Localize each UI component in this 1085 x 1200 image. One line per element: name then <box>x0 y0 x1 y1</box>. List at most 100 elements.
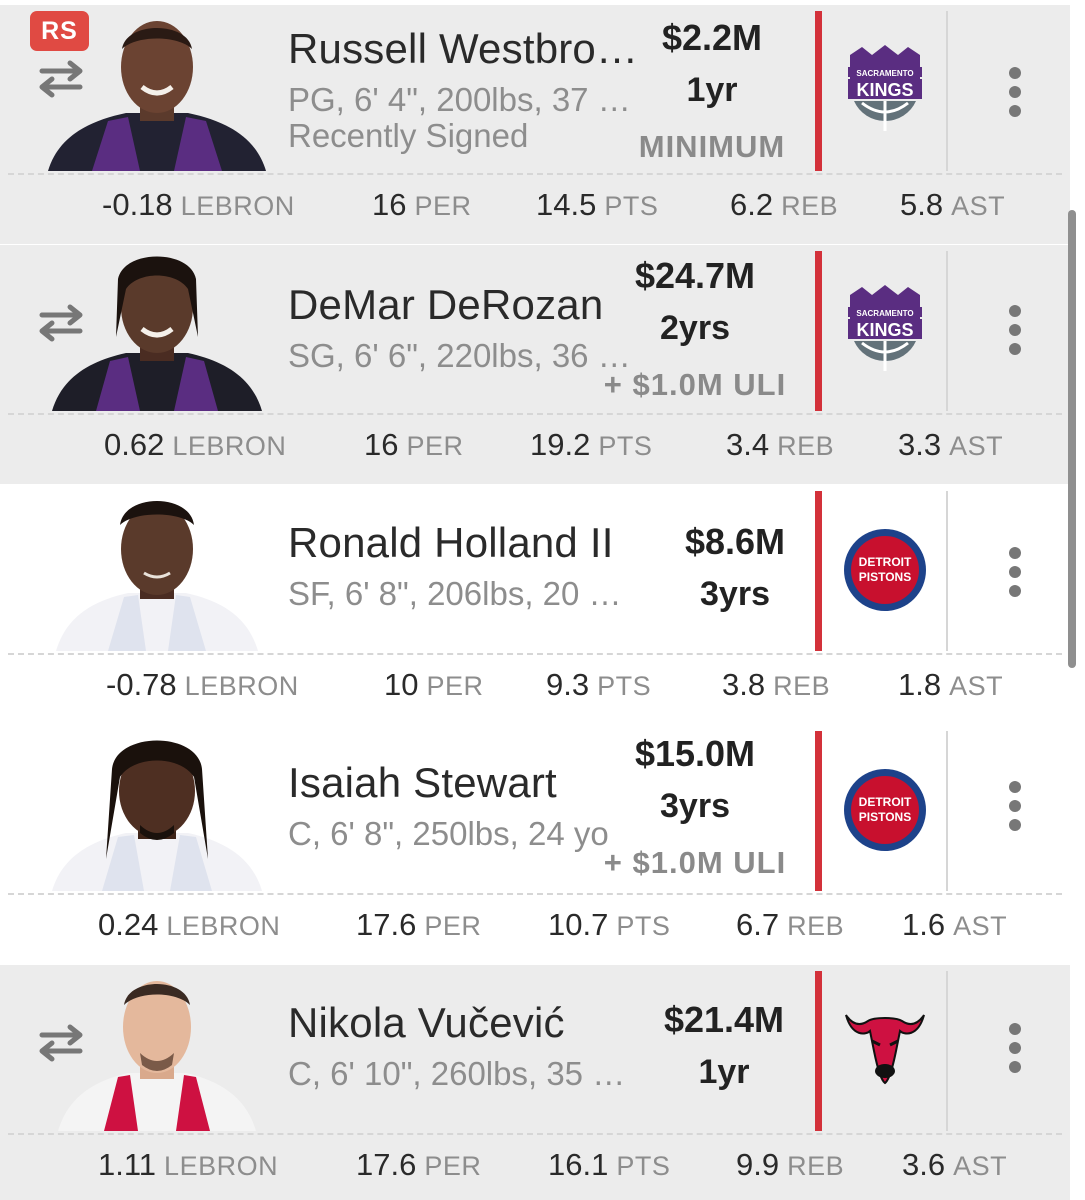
player-card-holland[interactable]: Ronald Holland II SF, 6' 8", 206lbs, 20 … <box>0 485 1070 724</box>
player-main-row[interactable]: RS Russell Westbro… PG, 6' 4", 200lbs, 3… <box>0 5 1070 173</box>
stat-pts: 9.3 PTS <box>546 667 652 702</box>
stat-ast: 1.8 AST <box>898 667 1004 702</box>
stat-ast: 1.6 AST <box>902 907 1008 942</box>
contract-extra: MINIMUM <box>638 129 786 164</box>
kings-logo[interactable]: SACRAMENTO KINGS <box>842 285 928 375</box>
menu-separator <box>946 251 948 411</box>
menu-separator <box>946 731 948 891</box>
contract-years: 1yr <box>698 1053 750 1091</box>
contract-divider-line <box>815 491 822 651</box>
player-headshot-avatar <box>58 981 256 1131</box>
player-headshot-avatar <box>52 256 262 411</box>
player-name[interactable]: Russell Westbro… <box>288 25 638 73</box>
player-main-row[interactable]: Isaiah Stewart C, 6' 8", 250lbs, 24 yo $… <box>0 725 1070 893</box>
stat-per: 17.6 PER <box>356 1147 482 1182</box>
stat-per: 16 PER <box>372 187 472 222</box>
player-status-note: Recently Signed <box>288 117 529 154</box>
pistons-logo[interactable]: DETROIT PISTONS <box>842 525 928 615</box>
player-bio: SF, 6' 8", 206lbs, 20 … <box>288 575 622 612</box>
contract-extra: + $1.0M ULI <box>603 367 787 402</box>
bulls-logo[interactable] <box>842 1001 928 1091</box>
dashed-divider <box>8 173 1062 175</box>
stat-lebron: 0.24 LEBRON <box>98 907 281 942</box>
dashed-divider <box>8 893 1062 895</box>
kebab-menu-icon[interactable] <box>1000 1023 1030 1073</box>
menu-separator <box>946 971 948 1131</box>
stat-reb: 9.9 REB <box>736 1147 845 1182</box>
contract-divider-line <box>815 731 822 891</box>
kings-logo-top-text: SACRAMENTO <box>856 69 913 78</box>
stat-pts: 10.7 PTS <box>548 907 671 942</box>
contract-salary: $21.4M <box>663 999 785 1040</box>
stat-reb: 6.2 REB <box>730 187 839 222</box>
stat-per: 17.6 PER <box>356 907 482 942</box>
stat-lebron: -0.18 LEBRON <box>102 187 295 222</box>
stat-lebron: 0.62 LEBRON <box>104 427 287 462</box>
player-bio: C, 6' 10", 260lbs, 35 … <box>288 1055 626 1092</box>
player-name[interactable]: DeMar DeRozan <box>288 281 603 329</box>
kebab-menu-icon[interactable] <box>1000 67 1030 117</box>
player-name[interactable]: Ronald Holland II <box>288 519 614 567</box>
dashed-divider <box>8 653 1062 655</box>
player-stats-row: 0.62 LEBRON 16 PER 19.2 PTS 3.4 REB 3.3 AST <box>0 427 1070 477</box>
kebab-menu-icon[interactable] <box>1000 305 1030 355</box>
contract-years: 3yrs <box>660 787 730 825</box>
kings-logo-bottom-text: KINGS <box>856 80 913 100</box>
player-stats-row: -0.78 LEBRON 10 PER 9.3 PTS 3.8 REB 1.8 AST <box>0 667 1070 717</box>
contract-years: 1yr <box>686 71 738 109</box>
stat-pts: 19.2 PTS <box>530 427 653 462</box>
player-stats-row: -0.18 LEBRON 16 PER 14.5 PTS 6.2 REB 5.8 AST <box>0 187 1070 237</box>
contract-extra: + $1.0M ULI <box>603 845 787 880</box>
contract-salary: $2.2M <box>661 17 763 58</box>
player-stats-row: 1.11 LEBRON 17.6 PER 16.1 PTS 9.9 REB 3.6 AST <box>0 1147 1070 1197</box>
contract-years: 3yrs <box>700 575 770 613</box>
player-card-westbrook[interactable]: RS Russell Westbro… PG, 6' 4", 200lbs, 3… <box>0 5 1070 244</box>
menu-separator <box>946 11 948 171</box>
contract-salary: $15.0M <box>634 733 756 774</box>
stat-pts: 14.5 PTS <box>536 187 659 222</box>
player-name[interactable]: Isaiah Stewart <box>288 759 557 807</box>
dashed-divider <box>8 413 1062 415</box>
contract-salary: $24.7M <box>634 255 756 296</box>
stat-ast: 5.8 AST <box>900 187 1006 222</box>
stat-lebron: 1.11 LEBRON <box>98 1147 279 1182</box>
scrollbar[interactable] <box>1068 210 1076 668</box>
kings-logo-top-text: SACRAMENTO <box>856 309 913 318</box>
player-bio: C, 6' 8", 250lbs, 24 yo <box>288 815 609 852</box>
stat-ast: 3.6 AST <box>902 1147 1008 1182</box>
contract-divider-line <box>815 251 822 411</box>
stat-reb: 3.8 REB <box>722 667 831 702</box>
contract-divider-line <box>815 11 822 171</box>
stat-per: 10 PER <box>384 667 484 702</box>
player-bio: PG, 6' 4", 200lbs, 37 … <box>288 81 631 118</box>
player-headshot-avatar <box>48 21 266 171</box>
stat-reb: 3.4 REB <box>726 427 835 462</box>
player-main-row[interactable]: Nikola Vučević C, 6' 10", 260lbs, 35 … $… <box>0 965 1070 1133</box>
player-name[interactable]: Nikola Vučević <box>288 999 565 1047</box>
stat-per: 16 PER <box>364 427 464 462</box>
player-card-derozan[interactable]: DeMar DeRozan SG, 6' 6", 220lbs, 36 … $2… <box>0 245 1070 484</box>
player-stats-row: 0.24 LEBRON 17.6 PER 10.7 PTS 6.7 REB 1.6 AST <box>0 907 1070 957</box>
pistons-logo-bottom-text: PISTONS <box>859 810 911 824</box>
stat-ast: 3.3 AST <box>898 427 1004 462</box>
contract-salary: $8.6M <box>684 521 786 562</box>
player-card-vucevic[interactable]: Nikola Vučević C, 6' 10", 260lbs, 35 … $… <box>0 965 1070 1200</box>
player-headshot-avatar <box>56 501 258 651</box>
player-main-row[interactable]: DeMar DeRozan SG, 6' 6", 220lbs, 36 … $2… <box>0 245 1070 413</box>
dashed-divider <box>8 1133 1062 1135</box>
stat-pts: 16.1 PTS <box>548 1147 671 1182</box>
pistons-logo-top-text: DETROIT <box>859 795 912 809</box>
player-main-row[interactable]: Ronald Holland II SF, 6' 8", 206lbs, 20 … <box>0 485 1070 653</box>
kebab-menu-icon[interactable] <box>1000 547 1030 597</box>
pistons-logo-top-text: DETROIT <box>859 555 912 569</box>
player-headshot-avatar <box>52 740 262 891</box>
kings-logo[interactable]: SACRAMENTO KINGS <box>842 45 928 135</box>
contract-divider-line <box>815 971 822 1131</box>
stat-lebron: -0.78 LEBRON <box>106 667 299 702</box>
player-card-stewart[interactable]: Isaiah Stewart C, 6' 8", 250lbs, 24 yo $… <box>0 725 1070 964</box>
kings-logo-bottom-text: KINGS <box>856 320 913 340</box>
kebab-menu-icon[interactable] <box>1000 781 1030 831</box>
pistons-logo[interactable]: DETROIT PISTONS <box>842 765 928 855</box>
pistons-logo-bottom-text: PISTONS <box>859 570 911 584</box>
stat-reb: 6.7 REB <box>736 907 845 942</box>
